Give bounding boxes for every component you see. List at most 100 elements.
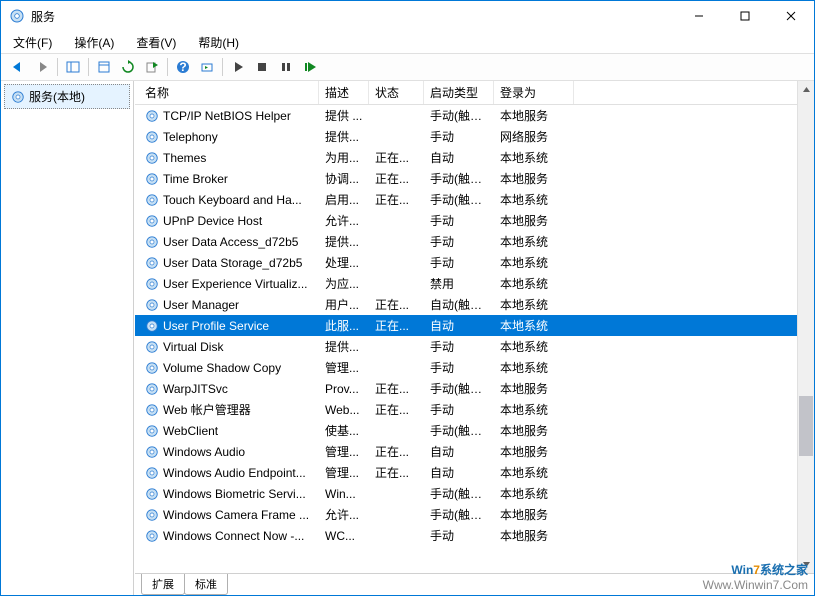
scroll-thumb[interactable] xyxy=(799,396,813,456)
service-row[interactable]: Themes为用...正在...自动本地系统 xyxy=(135,147,797,168)
service-icon xyxy=(145,529,159,543)
tab-standard[interactable]: 标准 xyxy=(184,574,228,595)
service-logon-as: 本地系统 xyxy=(494,149,574,166)
service-startup-type: 手动 xyxy=(424,338,494,355)
service-name: Touch Keyboard and Ha... xyxy=(163,193,302,207)
service-row[interactable]: Windows Audio Endpoint...管理...正在...自动本地系… xyxy=(135,462,797,483)
service-icon xyxy=(145,298,159,312)
service-row[interactable]: Windows Biometric Servi...Win...手动(触发...… xyxy=(135,483,797,504)
service-name: Windows Biometric Servi... xyxy=(163,487,306,501)
service-icon xyxy=(145,235,159,249)
service-description: 为用... xyxy=(319,149,369,166)
service-icon xyxy=(145,193,159,207)
service-row[interactable]: Windows Connect Now -...WC...手动本地服务 xyxy=(135,525,797,546)
service-row[interactable]: Windows Camera Frame ...允许...手动(触发...本地服… xyxy=(135,504,797,525)
menu-help[interactable]: 帮助(H) xyxy=(194,32,243,53)
service-name: Time Broker xyxy=(163,172,228,186)
tab-extended[interactable]: 扩展 xyxy=(141,574,185,595)
service-logon-as: 本地系统 xyxy=(494,401,574,418)
service-row[interactable]: WarpJITSvcProv...正在...手动(触发...本地服务 xyxy=(135,378,797,399)
service-startup-type: 手动(触发... xyxy=(424,191,494,208)
start-service-button[interactable] xyxy=(227,56,249,78)
pause-service-button[interactable] xyxy=(275,56,297,78)
column-header-startup-type[interactable]: 启动类型 xyxy=(424,81,494,104)
service-logon-as: 本地系统 xyxy=(494,296,574,313)
refresh-button[interactable] xyxy=(117,56,139,78)
service-icon xyxy=(145,487,159,501)
service-row[interactable]: UPnP Device Host允许...手动本地服务 xyxy=(135,210,797,231)
service-logon-as: 本地系统 xyxy=(494,191,574,208)
column-header-logon-as[interactable]: 登录为 xyxy=(494,81,574,104)
service-row[interactable]: User Data Access_d72b5提供...手动本地系统 xyxy=(135,231,797,252)
help-button[interactable]: ? xyxy=(172,56,194,78)
export-button[interactable] xyxy=(141,56,163,78)
service-row[interactable]: Web 帐户管理器Web...正在...手动本地系统 xyxy=(135,399,797,420)
properties-button[interactable] xyxy=(93,56,115,78)
detail-tabs: 扩展 标准 xyxy=(135,573,814,595)
service-name: TCP/IP NetBIOS Helper xyxy=(163,109,291,123)
services-app-icon xyxy=(9,8,25,24)
service-name: User Experience Virtualiz... xyxy=(163,277,308,291)
service-icon xyxy=(145,319,159,333)
action-button[interactable] xyxy=(196,56,218,78)
forward-button[interactable] xyxy=(31,56,53,78)
service-logon-as: 本地服务 xyxy=(494,212,574,229)
service-row[interactable]: TCP/IP NetBIOS Helper提供 ...手动(触发...本地服务 xyxy=(135,105,797,126)
back-button[interactable] xyxy=(7,56,29,78)
service-status: 正在... xyxy=(369,464,424,481)
service-row[interactable]: Telephony提供...手动网络服务 xyxy=(135,126,797,147)
service-logon-as: 本地服务 xyxy=(494,506,574,523)
service-icon xyxy=(145,340,159,354)
scroll-down-button[interactable] xyxy=(798,556,814,573)
vertical-scrollbar[interactable] xyxy=(797,81,814,573)
menu-action[interactable]: 操作(A) xyxy=(70,32,118,53)
service-description: 用户... xyxy=(319,296,369,313)
menu-file[interactable]: 文件(F) xyxy=(9,32,56,53)
service-row[interactable]: Time Broker协调...正在...手动(触发...本地服务 xyxy=(135,168,797,189)
service-row[interactable]: Windows Audio管理...正在...自动本地服务 xyxy=(135,441,797,462)
service-icon xyxy=(145,151,159,165)
service-icon xyxy=(145,466,159,480)
service-name: User Manager xyxy=(163,298,239,312)
service-status: 正在... xyxy=(369,443,424,460)
service-description: 管理... xyxy=(319,443,369,460)
service-row[interactable]: User Experience Virtualiz...为应...禁用本地系统 xyxy=(135,273,797,294)
service-row[interactable]: User Data Storage_d72b5处理...手动本地系统 xyxy=(135,252,797,273)
service-logon-as: 本地服务 xyxy=(494,170,574,187)
service-name: Themes xyxy=(163,151,206,165)
stop-service-button[interactable] xyxy=(251,56,273,78)
service-description: 允许... xyxy=(319,212,369,229)
column-header-name[interactable]: 名称 xyxy=(139,81,319,104)
minimize-button[interactable] xyxy=(676,1,722,31)
service-row[interactable]: User Profile Service此服...正在...自动本地系统 xyxy=(135,315,797,336)
column-header-status[interactable]: 状态 xyxy=(369,81,424,104)
service-logon-as: 本地系统 xyxy=(494,359,574,376)
tree-node-services-local[interactable]: 服务(本地) xyxy=(4,84,130,109)
restart-service-button[interactable] xyxy=(299,56,321,78)
service-startup-type: 手动 xyxy=(424,128,494,145)
scroll-up-button[interactable] xyxy=(798,81,814,98)
service-description: 启用... xyxy=(319,191,369,208)
menu-view[interactable]: 查看(V) xyxy=(132,32,180,53)
service-row[interactable]: User Manager用户...正在...自动(触发...本地系统 xyxy=(135,294,797,315)
toolbar: ? xyxy=(1,53,814,81)
show-hide-tree-button[interactable] xyxy=(62,56,84,78)
service-row[interactable]: WebClient使基...手动(触发...本地服务 xyxy=(135,420,797,441)
service-status: 正在... xyxy=(369,380,424,397)
service-status: 正在... xyxy=(369,296,424,313)
scroll-track[interactable] xyxy=(798,98,814,556)
service-row[interactable]: Volume Shadow Copy管理...手动本地系统 xyxy=(135,357,797,378)
service-startup-type: 手动 xyxy=(424,212,494,229)
service-icon xyxy=(145,424,159,438)
service-icon xyxy=(145,277,159,291)
column-header-description[interactable]: 描述 xyxy=(319,81,369,104)
service-row[interactable]: Virtual Disk提供...手动本地系统 xyxy=(135,336,797,357)
service-logon-as: 本地系统 xyxy=(494,233,574,250)
service-name: WebClient xyxy=(163,424,218,438)
service-row[interactable]: Touch Keyboard and Ha... 启用...正在...手动(触发.… xyxy=(135,189,797,210)
service-status: 正在... xyxy=(369,317,424,334)
close-button[interactable] xyxy=(768,1,814,31)
maximize-button[interactable] xyxy=(722,1,768,31)
service-status: 正在... xyxy=(369,191,424,208)
service-startup-type: 手动 xyxy=(424,401,494,418)
